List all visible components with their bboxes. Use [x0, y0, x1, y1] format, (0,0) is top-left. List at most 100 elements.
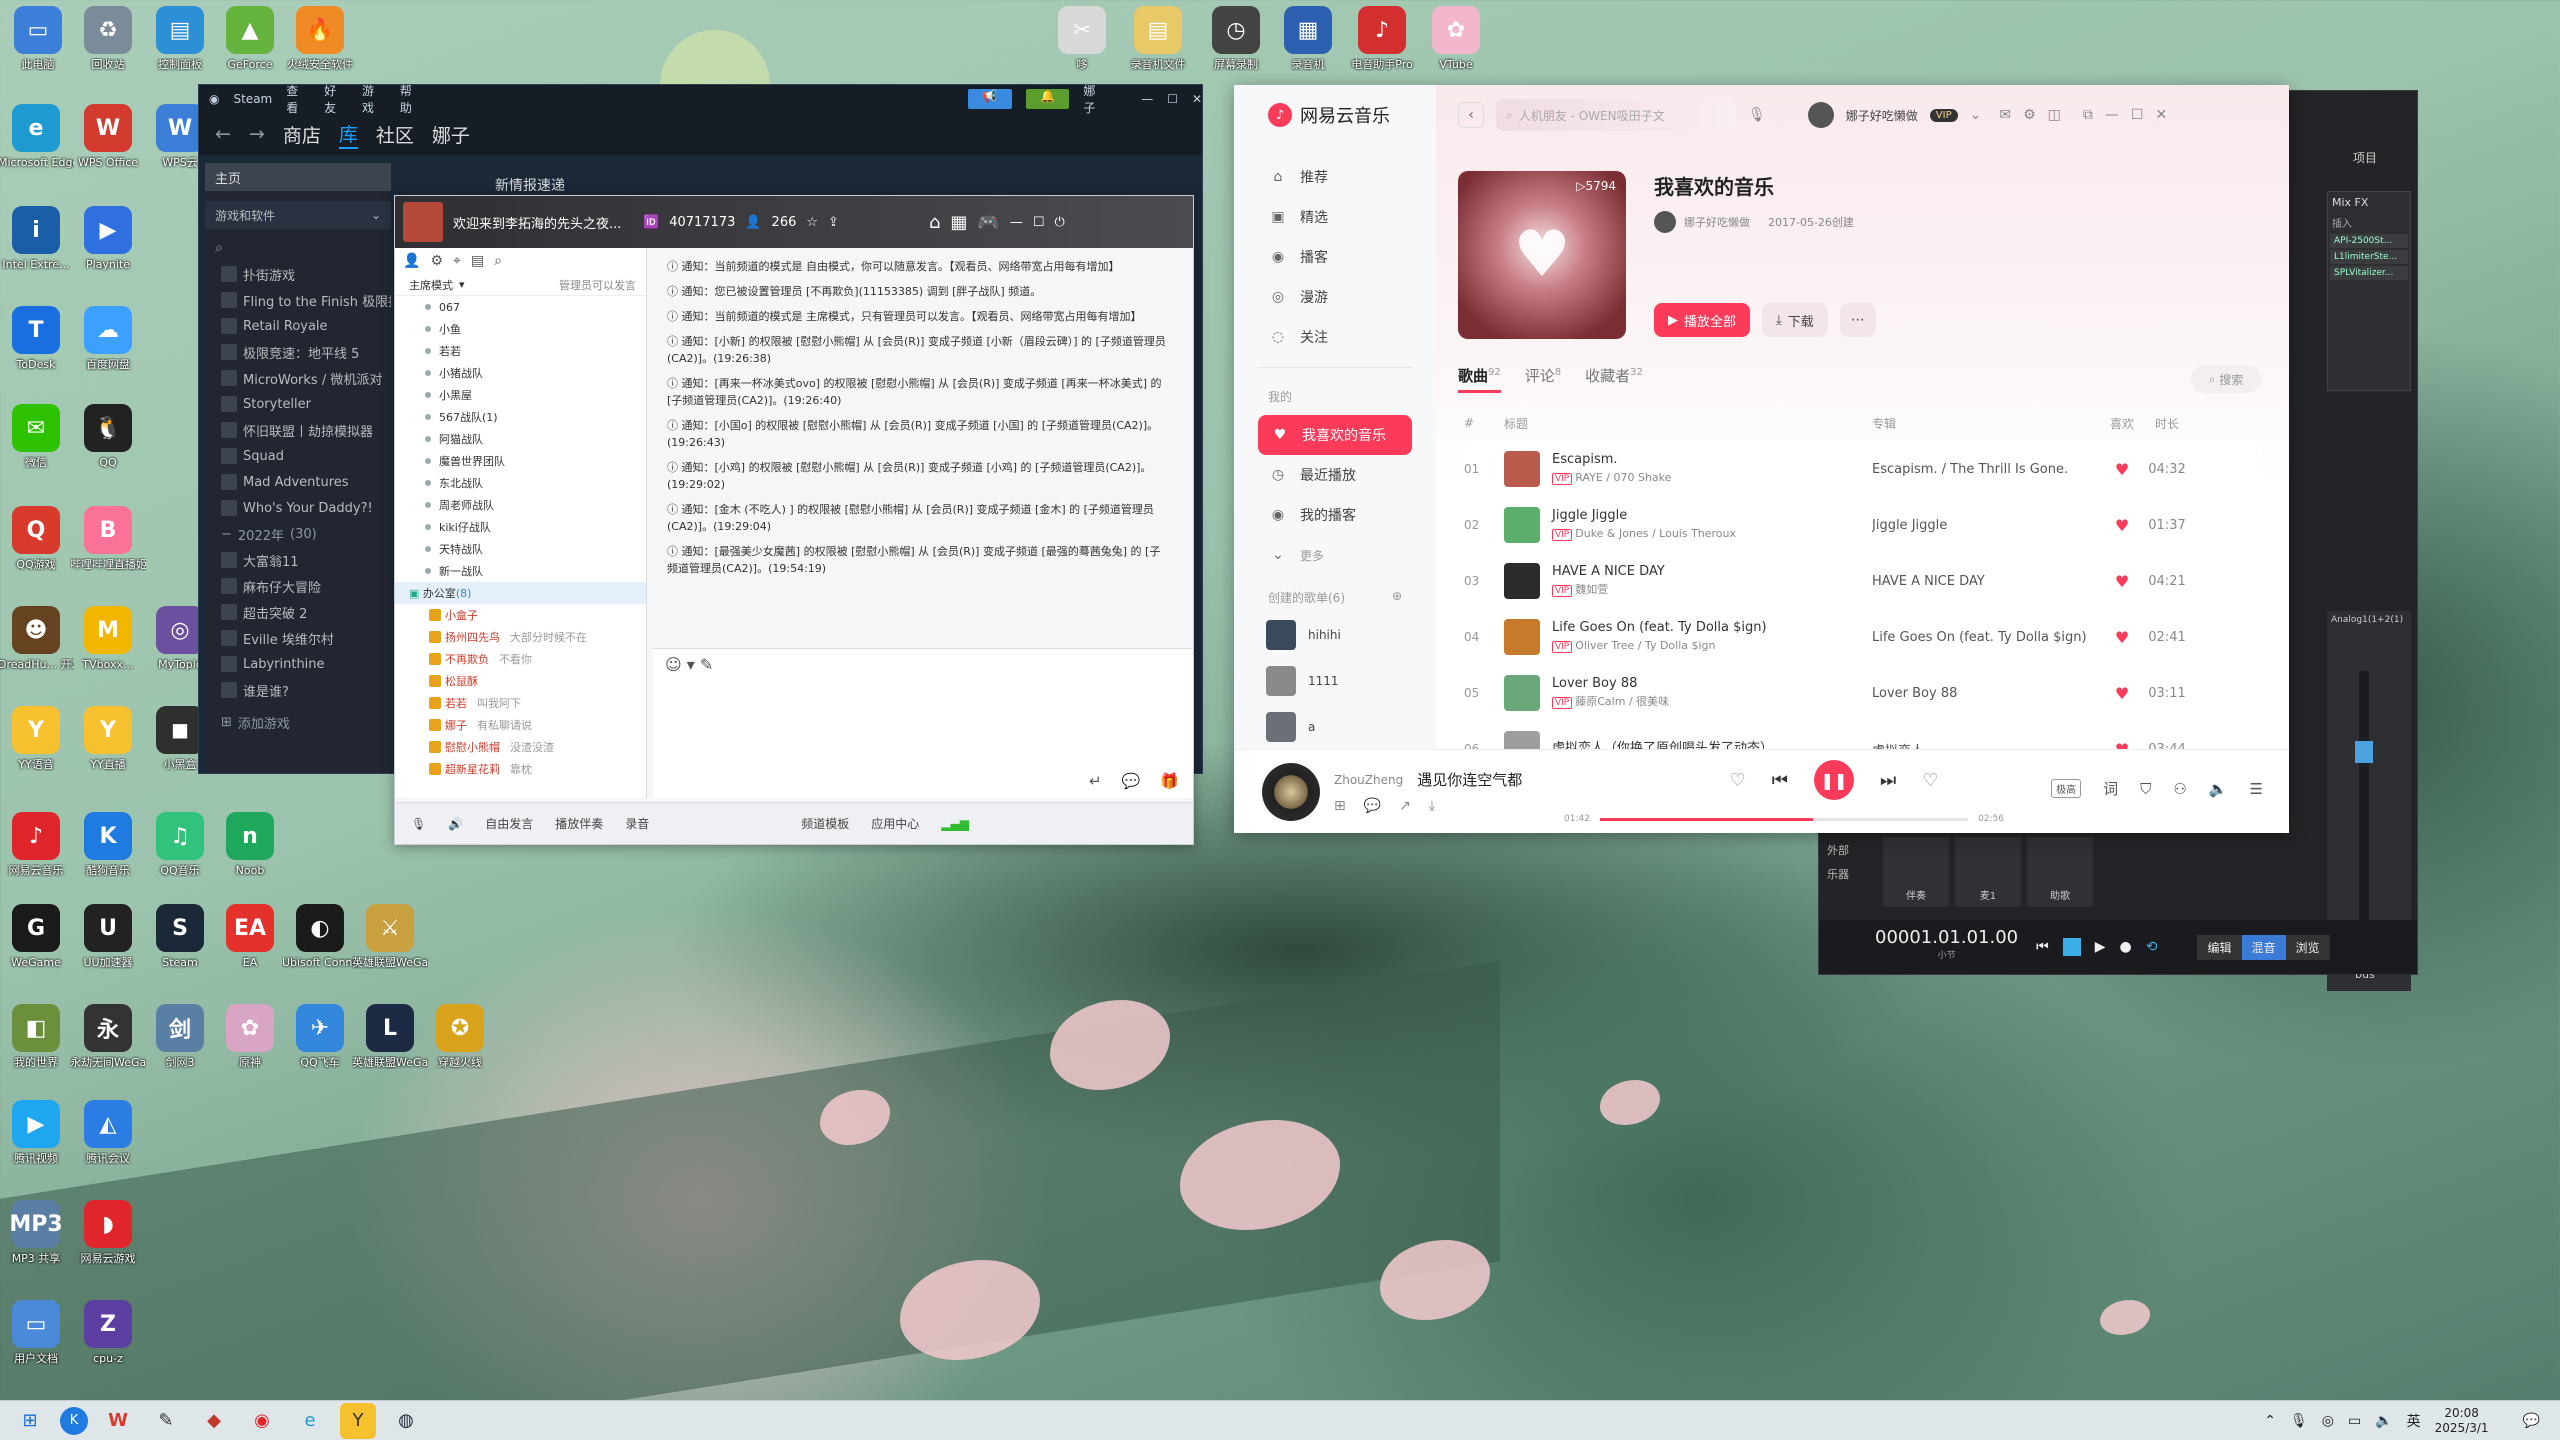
maximize-icon[interactable]: ☐	[2131, 107, 2144, 123]
power-icon[interactable]: ⏻	[1054, 215, 1064, 230]
library-game-item[interactable]: Retail Royale	[205, 313, 391, 339]
forward-arrow-icon[interactable]: →	[249, 123, 265, 145]
pause-button[interactable]: ❚❚	[1814, 760, 1854, 800]
channel-item[interactable]: 天特战队	[395, 538, 646, 560]
nav-podcast[interactable]: ◉ 播客	[1234, 237, 1436, 277]
desktop-icon[interactable]: ✿ VTube	[1420, 6, 1492, 90]
desktop-icon[interactable]: ✿ 原神	[214, 1004, 286, 1088]
volume-icon[interactable]: 🔈	[2209, 780, 2228, 798]
enter-icon[interactable]: ↵	[1089, 772, 1102, 790]
desktop-icon[interactable]: 永永劫无间WeGame	[70, 1004, 146, 1088]
desktop-icon[interactable]: ▭ 此电脑	[2, 6, 74, 90]
library-game-item[interactable]: Fling to the Finish 极限投掷	[205, 287, 391, 313]
steam-menu-friends[interactable]: 好友	[324, 82, 348, 116]
location-icon[interactable]: ⌖	[453, 253, 461, 269]
channel-item[interactable]: 067	[395, 296, 646, 318]
library-home[interactable]: 主页	[205, 163, 391, 191]
track-album[interactable]: Life Goes On (feat. Ty Dolla $ign)	[1872, 630, 2102, 645]
channel-item[interactable]: 新一战队	[395, 560, 646, 582]
library-game-item[interactable]: Eville 埃维尔村	[205, 625, 391, 651]
channel-user[interactable]: 小盒子	[395, 604, 646, 626]
library-game-item[interactable]: 大富翁11	[205, 547, 391, 573]
channel-item[interactable]: 东北战队	[395, 472, 646, 494]
now-playing-disc[interactable]	[1262, 762, 1320, 821]
desktop-icon[interactable]: ▶ Playnite	[72, 206, 144, 290]
track-album[interactable]: HAVE A NICE DAY	[1872, 574, 2102, 589]
playlist-cover[interactable]: ♥ ▷5794	[1458, 171, 1626, 339]
library-game-item[interactable]: Labyrinthine	[205, 651, 391, 677]
more-button[interactable]: ⋯	[1839, 303, 1876, 337]
desktop-icon[interactable]: Zcpu-z	[72, 1300, 144, 1384]
desktop-icon[interactable]: ▶ 腾讯视频	[0, 1100, 72, 1184]
avatar[interactable]	[1807, 102, 1834, 128]
wps-icon[interactable]: W	[100, 1403, 136, 1439]
broadcast-icon[interactable]: 📢	[967, 89, 1012, 109]
track-album[interactable]: Lover Boy 88	[1872, 686, 2102, 701]
add-icon[interactable]: ⊞	[1334, 798, 1346, 814]
track-artist[interactable]: 藤原Calm / 很美味	[1575, 695, 1669, 708]
channel-office[interactable]: ▣ 办公室 (8)	[395, 582, 646, 604]
creator-avatar[interactable]	[1654, 211, 1676, 233]
playlist-item[interactable]: a	[1234, 704, 1436, 750]
network-icon[interactable]: ◎	[2322, 1413, 2334, 1429]
desktop-icon[interactable]: ♻ 回收站	[72, 6, 144, 90]
plus-icon[interactable]: ⊕	[1392, 589, 1402, 606]
loop-icon[interactable]: ⟲	[2146, 939, 2158, 955]
search-input[interactable]: ⌕ 人机朋友 - OWEN吸田子文	[1496, 99, 1736, 131]
minimize-icon[interactable]: —	[2105, 107, 2119, 123]
mic-icon[interactable]: 🎙	[411, 817, 426, 831]
library-game-item[interactable]: 怀旧联盟丨劫掠模拟器	[205, 417, 391, 443]
desktop-icon[interactable]: L 英雄联盟WeGame版	[352, 1004, 428, 1088]
clock[interactable]: 20:08 2025/3/1	[2435, 1406, 2489, 1436]
playlist-search-button[interactable]: ⌕ 搜索	[2191, 365, 2261, 393]
nav-liked-music[interactable]: ♥ 我喜欢的音乐	[1258, 415, 1412, 455]
track-artist[interactable]: RAYE / 070 Shake	[1575, 471, 1671, 484]
download-button[interactable]: ⤓ 下载	[1762, 303, 1828, 337]
minimize-icon[interactable]: —	[1141, 92, 1153, 106]
speaker-icon[interactable]: 🔊	[448, 817, 463, 831]
track-row[interactable]: 05 Lover Boy 88 VIP 藤原Calm / 很美味 Lover Boy 8…	[1464, 665, 2261, 721]
desktop-icon[interactable]: EA EA	[214, 904, 286, 988]
free-speak-button[interactable]: 自由发言	[485, 815, 533, 832]
channel-item[interactable]: 周老师战队	[395, 494, 646, 516]
message-input[interactable]: ☺ ▾ ✎ ↵ 💬 🎁	[653, 648, 1193, 798]
desktop-icon[interactable]: e Microsoft Edge	[0, 104, 74, 188]
desktop-icon[interactable]: M TVboxx...	[72, 606, 144, 690]
input-method[interactable]: 英	[2407, 1411, 2421, 1431]
steam-icon[interactable]: ◍	[388, 1403, 424, 1439]
nav-recent[interactable]: ◷ 最近播放	[1234, 455, 1436, 495]
record-button[interactable]: 录音	[625, 815, 649, 832]
channel-item[interactable]: 567战队(1)	[395, 406, 646, 428]
nav-recommend[interactable]: ⌂ 推荐	[1234, 157, 1436, 197]
plugin-slot[interactable]: API-2500St...	[2330, 234, 2408, 248]
channel-item[interactable]: 小黑屋	[395, 384, 646, 406]
effects-icon[interactable]: ⛉	[2140, 780, 2151, 798]
share-icon[interactable]: ⇪	[828, 215, 839, 230]
library-filter-dropdown[interactable]: 游戏和软件 ⌄	[205, 201, 391, 229]
desktop-icon[interactable]: B 哔哩哔哩直播姬	[70, 506, 146, 590]
desktop-icon[interactable]: ✉ 微信	[0, 404, 72, 488]
desktop-icon[interactable]: ✪ 穿越火线	[424, 1004, 496, 1088]
year-group-header[interactable]: −2022年 (30)	[205, 521, 391, 547]
library-game-item[interactable]: Mad Adventures	[205, 469, 391, 495]
channel-user[interactable]: 娜子 有私聊请说	[395, 714, 646, 736]
kugou-icon[interactable]: K	[60, 1406, 88, 1435]
quality-badge[interactable]: 极高	[2051, 779, 2082, 798]
library-game-item[interactable]: Who's Your Daddy?!	[205, 495, 391, 521]
channel-item[interactable]: 魔兽世界团队	[395, 450, 646, 472]
track-album[interactable]: Escapism. / The Thrill Is Gone.	[1872, 462, 2102, 477]
notification-bell-icon[interactable]: 🔔	[1025, 89, 1070, 109]
mode-selector[interactable]: 主席模式	[409, 277, 453, 293]
record-icon[interactable]: ●	[2120, 939, 2132, 955]
back-arrow-icon[interactable]: ←	[215, 123, 231, 145]
next-icon[interactable]: ⏭	[1880, 770, 1896, 791]
track-artist[interactable]: Oliver Tree / Ty Dolla $ign	[1575, 639, 1715, 652]
track-row[interactable]: 04 Life Goes On (feat. Ty Dolla $ign) VIP O…	[1464, 609, 2261, 665]
channel-item[interactable]: 阿猫战队	[395, 428, 646, 450]
search-icon[interactable]: ⌕	[494, 253, 502, 269]
steam-menu-games[interactable]: 游戏	[362, 82, 386, 116]
favorite-icon[interactable]: ☆	[806, 215, 818, 230]
mode-edit[interactable]: 编辑	[2197, 934, 2242, 960]
chevron-down-icon[interactable]: ⌄	[1970, 107, 1982, 123]
netease-music-icon[interactable]: ◉	[244, 1403, 280, 1439]
